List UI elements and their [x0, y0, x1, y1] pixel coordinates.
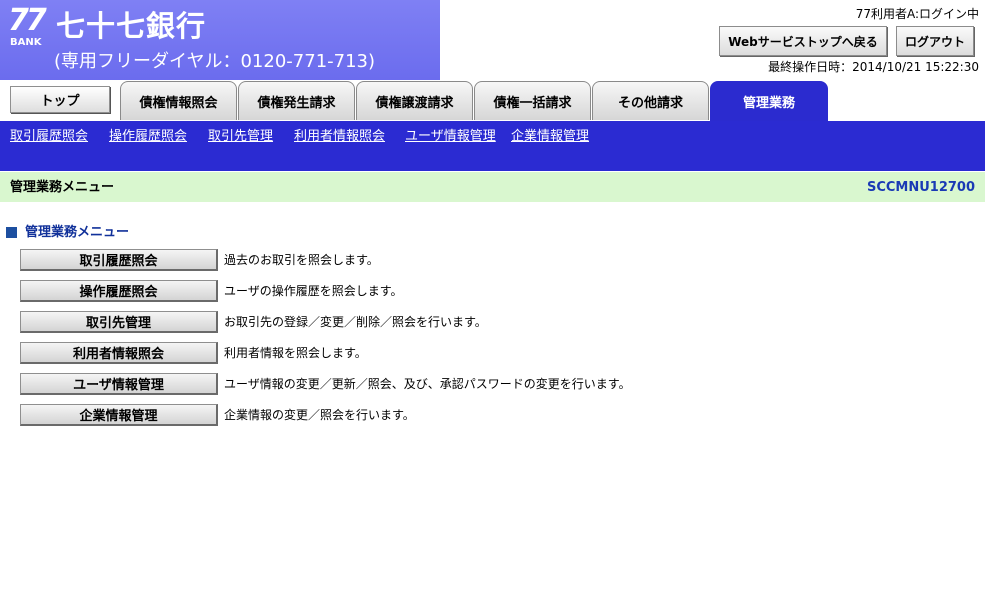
- last-operation-time: 最終操作日時：2014/10/21 15:22:30: [768, 60, 979, 74]
- transaction-history-button[interactable]: 取引履歴照会: [20, 249, 218, 271]
- submenu-user-info-management[interactable]: ユーザ情報管理: [405, 128, 496, 146]
- user-info-inquiry-button[interactable]: 利用者情報照会: [20, 342, 218, 364]
- logo-bank-text: BANK: [10, 37, 42, 48]
- section-heading-text: 管理業務メニュー: [25, 225, 130, 240]
- header: 77 BANK 七十七銀行 (専用フリーダイヤル：0120-771-713) 7…: [0, 0, 1003, 80]
- menu-description: お取引先の登録／変更／削除／照会を行います。: [224, 315, 487, 329]
- submenu-transaction-history[interactable]: 取引履歴照会: [10, 128, 88, 146]
- menu-description: 過去のお取引を照会します。: [224, 253, 379, 267]
- menu-row-company-info-management: 企業情報管理 企業情報の変更／照会を行います。: [20, 404, 415, 426]
- submenu-partner-management[interactable]: 取引先管理: [208, 128, 273, 146]
- section-heading: 管理業務メニュー: [6, 224, 129, 241]
- menu-row-operation-history: 操作履歴照会 ユーザの操作履歴を照会します。: [20, 280, 403, 302]
- tab-other-requests[interactable]: その他請求: [592, 81, 709, 120]
- sub-navigation: 取引履歴照会 操作履歴照会 取引先管理 利用者情報照会 ユーザ情報管理 企業情報…: [0, 121, 985, 171]
- submenu-operation-history[interactable]: 操作履歴照会: [109, 128, 187, 146]
- page-title-bar: 管理業務メニュー SCCMNU12700: [0, 172, 985, 202]
- menu-description: ユーザ情報の変更／更新／照会、及び、承認パスワードの変更を行います。: [224, 377, 631, 391]
- square-bullet-icon: [6, 227, 17, 238]
- menu-description: 利用者情報を照会します。: [224, 346, 367, 360]
- menu-row-transaction-history: 取引履歴照会 過去のお取引を照会します。: [20, 249, 379, 271]
- main-tabs: トップ 債権情報照会 債権発生請求 債権譲渡請求 債権一括請求 その他請求 管理…: [0, 80, 1003, 121]
- free-dial-number: (専用フリーダイヤル：0120-771-713): [54, 51, 376, 72]
- bank-name: 七十七銀行: [56, 9, 207, 43]
- tab-claim-batch-request[interactable]: 債権一括請求: [474, 81, 591, 120]
- tab-claim-info-inquiry[interactable]: 債権情報照会: [120, 81, 237, 120]
- menu-row-user-info-inquiry: 利用者情報照会 利用者情報を照会します。: [20, 342, 367, 364]
- partner-management-button[interactable]: 取引先管理: [20, 311, 218, 333]
- user-info-management-button[interactable]: ユーザ情報管理: [20, 373, 218, 395]
- tab-claim-transfer-request[interactable]: 債権譲渡請求: [356, 81, 473, 120]
- web-service-top-button[interactable]: Webサービストップへ戻る: [719, 26, 887, 56]
- tab-management[interactable]: 管理業務: [710, 81, 828, 121]
- top-button[interactable]: トップ: [10, 86, 110, 113]
- company-info-management-button[interactable]: 企業情報管理: [20, 404, 218, 426]
- menu-row-user-info-management: ユーザ情報管理 ユーザ情報の変更／更新／照会、及び、承認パスワードの変更を行いま…: [20, 373, 631, 395]
- tab-claim-issue-request[interactable]: 債権発生請求: [238, 81, 355, 120]
- bank-logo: 77 BANK: [8, 3, 48, 49]
- screen-id: SCCMNU12700: [866, 180, 975, 195]
- menu-row-partner-management: 取引先管理 お取引先の登録／変更／削除／照会を行います。: [20, 311, 487, 333]
- menu-description: ユーザの操作履歴を照会します。: [224, 284, 403, 298]
- logo-number: 77: [8, 3, 47, 38]
- submenu-user-info-inquiry[interactable]: 利用者情報照会: [294, 128, 385, 146]
- menu-description: 企業情報の変更／照会を行います。: [224, 408, 415, 422]
- logout-button[interactable]: ログアウト: [896, 26, 974, 56]
- page-title: 管理業務メニュー: [10, 180, 115, 195]
- login-status: 77利用者A:ログイン中: [855, 7, 979, 21]
- operation-history-button[interactable]: 操作履歴照会: [20, 280, 218, 302]
- bank-logo-banner: 77 BANK 七十七銀行 (専用フリーダイヤル：0120-771-713): [0, 0, 440, 80]
- submenu-company-info-management[interactable]: 企業情報管理: [511, 128, 589, 146]
